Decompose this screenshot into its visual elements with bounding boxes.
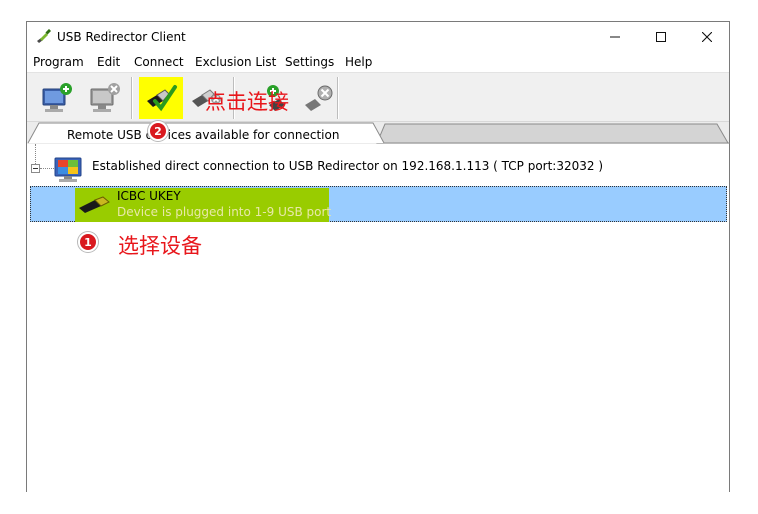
maximize-button[interactable] — [638, 22, 684, 52]
menu-edit[interactable]: Edit — [97, 55, 120, 69]
menu-settings[interactable]: Settings — [285, 55, 334, 69]
step-1-label: 选择设备 — [118, 234, 202, 258]
toolbar-separator — [337, 77, 339, 119]
step-2-label: 点击连接 — [205, 90, 289, 114]
tab-strip: Remote USB devices available for connect… — [27, 122, 730, 144]
menu-connect[interactable]: Connect — [134, 55, 184, 69]
toolbar-separator — [131, 77, 133, 119]
close-icon — [702, 32, 712, 42]
close-button[interactable] — [684, 22, 730, 52]
maximize-icon — [656, 32, 666, 42]
computer-remove-icon — [90, 83, 120, 112]
step-1-badge: 1 — [78, 232, 98, 252]
tree-line — [35, 144, 36, 166]
collapse-toggle[interactable] — [31, 164, 40, 173]
minimize-icon — [610, 36, 620, 38]
step-2-badge: 2 — [148, 121, 168, 141]
usb-key-icon — [79, 196, 110, 213]
menu-bar: Program Edit Connect Exclusion List Sett… — [27, 52, 729, 72]
usb-connect-icon — [147, 85, 177, 112]
device-tree: Established direct connection to USB Red… — [27, 144, 729, 492]
menu-program[interactable]: Program — [33, 55, 84, 69]
tree-line — [40, 168, 54, 169]
tab-remote-usb-devices[interactable]: Remote USB devices available for connect… — [67, 128, 339, 142]
remove-exclusion-button[interactable] — [295, 77, 339, 119]
device-name[interactable]: ICBC UKEY — [117, 189, 181, 203]
server-computer-icon — [54, 157, 82, 182]
window-title: USB Redirector Client — [57, 30, 186, 44]
exclusion-remove-icon — [305, 85, 333, 111]
minimize-button[interactable] — [592, 22, 638, 52]
connection-label: Established direct connection to USB Red… — [92, 159, 604, 173]
remove-server-button[interactable] — [83, 77, 127, 119]
device-status: Device is plugged into 1-9 USB port — [117, 205, 332, 219]
menu-help[interactable]: Help — [345, 55, 372, 69]
add-server-button[interactable] — [35, 77, 79, 119]
title-bar: USB Redirector Client — [27, 22, 729, 52]
connect-device-button[interactable] — [139, 77, 183, 119]
app-usb-icon — [37, 29, 51, 43]
computer-add-icon — [42, 83, 72, 112]
menu-exclusion-list[interactable]: Exclusion List — [195, 55, 276, 69]
toolbar — [27, 72, 729, 122]
